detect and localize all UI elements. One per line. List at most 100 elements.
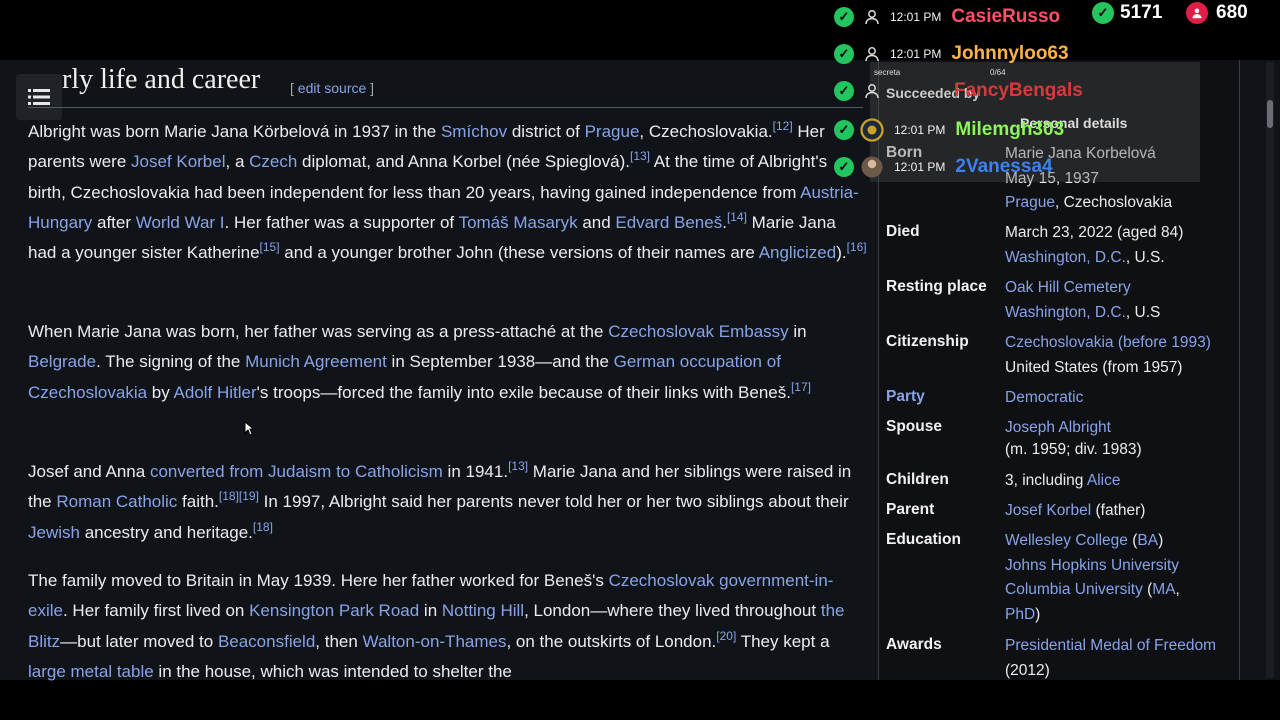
avatar-icon xyxy=(861,156,883,178)
scrollbar-thumb[interactable] xyxy=(1267,100,1273,128)
bracket: ] xyxy=(370,80,375,96)
link-beaconsfield[interactable]: Beaconsfield xyxy=(218,632,315,651)
page-scrollbar[interactable] xyxy=(1266,62,1274,678)
link-prague[interactable]: Prague xyxy=(585,122,640,141)
link-ba[interactable]: BA xyxy=(1137,532,1158,549)
link-oak-hill[interactable]: Oak Hill Cemetery xyxy=(1005,279,1131,296)
ref-18[interactable]: [18] xyxy=(253,520,273,534)
follower-counter: ✓ 5171 xyxy=(1092,2,1162,24)
mouse-cursor-icon xyxy=(244,421,254,436)
check-icon: ✓ xyxy=(834,7,854,27)
ref-13[interactable]: [13] xyxy=(630,149,650,163)
paragraph-1: Albright was born Marie Jana Körbelová i… xyxy=(28,119,867,263)
user-icon xyxy=(865,47,879,62)
born-place: Prague, Czechoslovakia xyxy=(1005,194,1173,211)
ib-resting-value: Oak Hill Cemetery Washington, D.C., U.S xyxy=(1005,279,1161,321)
paragraph-2: When Marie Jana was born, her father was… xyxy=(28,322,811,402)
ib-party-label[interactable]: Party xyxy=(886,388,925,406)
link-born-prague[interactable]: Prague xyxy=(1005,194,1055,211)
link-roman-catholic[interactable]: Roman Catholic xyxy=(56,492,177,511)
link-columbia[interactable]: Columbia University xyxy=(1005,581,1143,598)
link-walton[interactable]: Walton-on-Thames xyxy=(363,632,507,651)
link-resting-washington[interactable]: Washington, D.C. xyxy=(1005,304,1126,321)
died-place: Washington, D.C., U.S. xyxy=(1005,248,1165,266)
link-jewish[interactable]: Jewish xyxy=(28,523,80,542)
paragraph-3: Josef and Anna converted from Judaism to… xyxy=(28,459,852,542)
link-world-war-i[interactable]: World War I xyxy=(136,213,225,232)
link-phd[interactable]: PhD xyxy=(1005,606,1035,623)
link-benes[interactable]: Edvard Beneš xyxy=(615,213,722,232)
link-parent-josef[interactable]: Josef Korbel xyxy=(1005,502,1091,519)
overlay-small-text: secreta xyxy=(874,68,901,77)
link-czechoslovak-embassy[interactable]: Czechoslovak Embassy xyxy=(608,322,788,341)
chat-time: 12:01 PM xyxy=(894,123,946,137)
chat-time: 12:01 PM xyxy=(894,160,946,174)
link-munich-agreement[interactable]: Munich Agreement xyxy=(245,352,387,371)
link-alice[interactable]: Alice xyxy=(1087,472,1121,489)
link-anglicized[interactable]: Anglicized xyxy=(759,243,837,262)
ib-children-value: 3, including Alice xyxy=(1005,472,1121,489)
check-icon: ✓ xyxy=(834,81,854,101)
ib-died-label: Died xyxy=(886,223,920,240)
link-died-washington[interactable]: Washington, D.C. xyxy=(1005,249,1126,266)
ib-awards-label: Awards xyxy=(886,636,942,653)
chat-username: FancyBengals xyxy=(954,80,1083,101)
link-kensington[interactable]: Kensington Park Road xyxy=(249,601,419,620)
viewer-icon xyxy=(1186,2,1208,24)
screen: rly life and career [ edit source ] Albr… xyxy=(0,0,1280,720)
counter-value-2: 680 xyxy=(1216,2,1248,23)
link-joseph-albright[interactable]: Joseph Albright xyxy=(1005,419,1111,436)
chat-row-5: ✓ 12:01 PM 2Vanessa4 xyxy=(834,153,1053,181)
check-icon: ✓ xyxy=(834,157,854,177)
chat-username: 2Vanessa4 xyxy=(955,156,1053,177)
link-notting-hill[interactable]: Notting Hill xyxy=(442,601,524,620)
user-icon xyxy=(865,84,879,99)
link-converted[interactable]: converted from Judaism to Catholicism xyxy=(150,462,443,481)
viewer-counter: 680 xyxy=(1186,2,1248,24)
link-czech[interactable]: Czech xyxy=(249,152,297,171)
link-czechoslovakia[interactable]: Czechoslovakia (before 1993) xyxy=(1005,334,1211,351)
ref-13b[interactable]: [13] xyxy=(508,459,528,473)
ref-14[interactable]: [14] xyxy=(727,210,747,224)
ib-citizenship-label: Citizenship xyxy=(886,333,969,350)
paragraph-4: The family moved to Britain in May 1939.… xyxy=(28,571,845,681)
ib-parent-value: Josef Korbel (father) xyxy=(1005,502,1146,519)
ref-17[interactable]: [17] xyxy=(791,380,811,394)
link-smichov[interactable]: Smíchov xyxy=(441,122,507,141)
chat-time: 12:01 PM xyxy=(890,47,942,61)
ib-resting-label: Resting place xyxy=(886,278,987,295)
link-adolf-hitler[interactable]: Adolf Hitler xyxy=(174,383,257,402)
edit-source-link[interactable]: edit source xyxy=(298,80,366,96)
counter-value-1: 5171 xyxy=(1120,2,1163,23)
ib-children-label: Children xyxy=(886,471,949,488)
ref-16[interactable]: [16] xyxy=(847,240,867,254)
chat-row-1: ✓ 12:01 PM CasieRusso xyxy=(834,3,1060,31)
link-wellesley[interactable]: Wellesley College xyxy=(1005,532,1128,549)
check-icon: ✓ xyxy=(834,44,854,64)
ib-education-label: Education xyxy=(886,531,961,548)
link-democratic[interactable]: Democratic xyxy=(1005,389,1083,406)
spouse-detail: (m. 1959; div. 1983) xyxy=(1005,440,1142,458)
toc-menu-button[interactable] xyxy=(16,74,62,120)
ref-12[interactable]: [12] xyxy=(773,119,793,133)
link-ma[interactable]: MA xyxy=(1152,581,1175,598)
ib-awards-value: Presidential Medal of Freedom (2012) xyxy=(1005,634,1235,683)
link-josef-korbel[interactable]: Josef Korbel xyxy=(131,152,226,171)
ref-18-19[interactable]: [18][19] xyxy=(219,489,259,503)
chat-username: Milemgh303 xyxy=(955,119,1065,140)
link-metal-table[interactable]: large metal table xyxy=(28,662,154,681)
link-belgrade[interactable]: Belgrade xyxy=(28,352,96,371)
ref-20[interactable]: [20] xyxy=(716,629,736,643)
section-heading: rly life and career xyxy=(62,64,261,95)
link-medal-of-freedom[interactable]: Presidential Medal of Freedom xyxy=(1005,637,1216,654)
link-masaryk[interactable]: Tomáš Masaryk xyxy=(459,213,578,232)
user-icon xyxy=(865,10,879,25)
heading-divider xyxy=(28,107,863,108)
ib-parent-label: Parent xyxy=(886,501,935,518)
chat-username: Johnnyloo63 xyxy=(951,43,1069,64)
link-johns-hopkins[interactable]: Johns Hopkins University xyxy=(1005,557,1179,574)
badge-icon xyxy=(860,118,884,142)
ref-15[interactable]: [15] xyxy=(260,240,280,254)
ib-citizenship-value: Czechoslovakia (before 1993) United Stat… xyxy=(1005,331,1235,380)
overlay-counter-text: 0/64 xyxy=(990,68,1006,77)
